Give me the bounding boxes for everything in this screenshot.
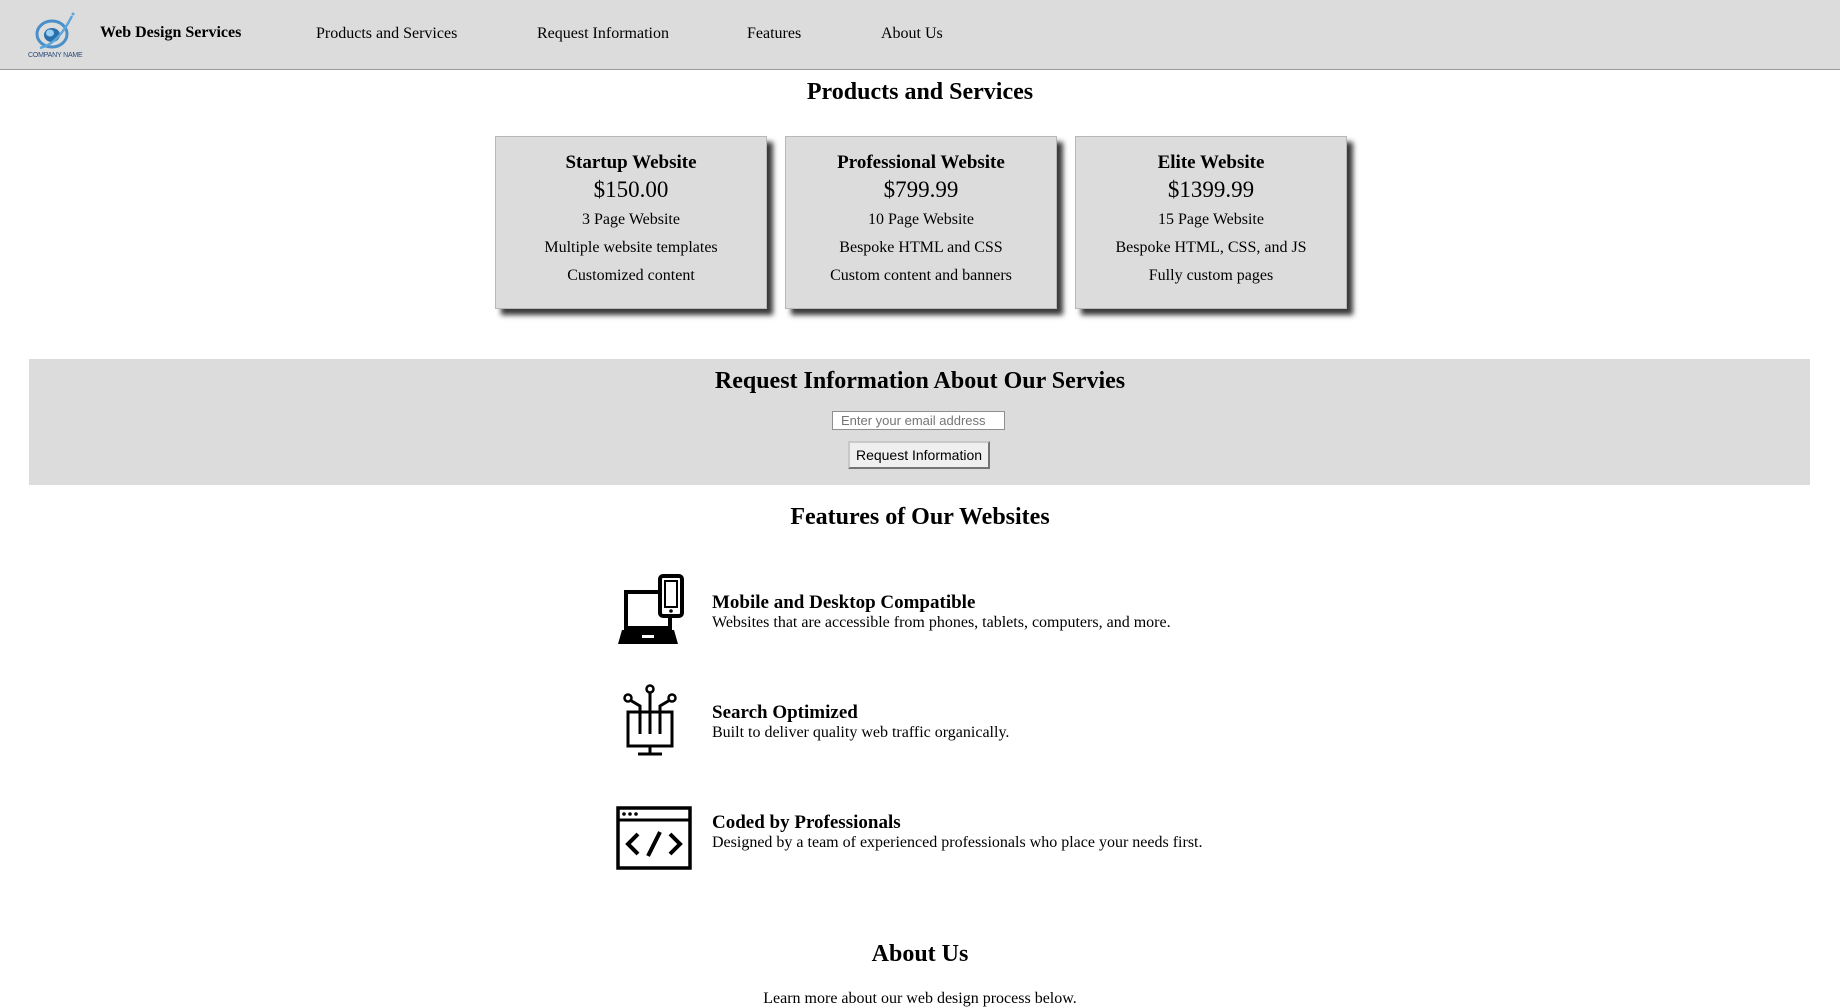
product-card-feature: Fully custom pages bbox=[1148, 267, 1274, 284]
products-heading: Products and Services bbox=[806, 79, 1034, 105]
product-card-price: $799.99 bbox=[883, 177, 959, 202]
request-information-button[interactable]: Request Information bbox=[848, 441, 990, 469]
devices-icon bbox=[618, 574, 684, 644]
product-card-title: Elite Website bbox=[1157, 152, 1265, 173]
product-card-title: Startup Website bbox=[565, 152, 697, 173]
product-card-feature: Customized content bbox=[567, 267, 695, 284]
product-card-feature: 10 Page Website bbox=[868, 211, 974, 228]
nav-link-products-and-services[interactable]: Products and Services bbox=[316, 25, 457, 43]
about-intro-text: Learn more about our web design process … bbox=[763, 990, 1077, 1007]
feature-title: Mobile and Desktop Compatible bbox=[712, 592, 976, 613]
product-card-feature: Multiple website templates bbox=[544, 239, 718, 256]
nav-link-about-us[interactable]: About Us bbox=[881, 25, 943, 43]
product-card-startup: Startup Website $150.00 3 Page Website M… bbox=[495, 136, 767, 309]
top-navigation: COMPANY NAME Web Design Services Product… bbox=[0, 0, 1840, 70]
search-optimization-icon bbox=[623, 684, 677, 756]
feature-title: Search Optimized bbox=[712, 702, 858, 723]
code-window-icon bbox=[616, 806, 692, 870]
product-card-price: $1399.99 bbox=[1167, 177, 1255, 202]
product-card-feature: 15 Page Website bbox=[1158, 211, 1264, 228]
product-card-elite: Elite Website $1399.99 15 Page Website B… bbox=[1075, 136, 1347, 309]
product-card-price: $150.00 bbox=[593, 177, 669, 202]
product-card-feature: Bespoke HTML and CSS bbox=[839, 239, 1003, 256]
feature-description: Websites that are accessible from phones… bbox=[712, 614, 1171, 631]
about-heading: About Us bbox=[871, 941, 969, 967]
features-heading: Features of Our Websites bbox=[790, 504, 1050, 530]
company-name-caption: COMPANY NAME bbox=[28, 52, 83, 59]
nav-link-features[interactable]: Features bbox=[747, 25, 801, 43]
product-card-feature: Custom content and banners bbox=[830, 267, 1012, 284]
feature-title: Coded by Professionals bbox=[712, 812, 901, 833]
request-heading: Request Information About Our Servies bbox=[714, 368, 1126, 394]
email-input[interactable] bbox=[832, 411, 1005, 430]
product-card-feature: 3 Page Website bbox=[582, 211, 680, 228]
product-card-professional: Professional Website $799.99 10 Page Web… bbox=[785, 136, 1057, 309]
product-card-feature: Bespoke HTML, CSS, and JS bbox=[1115, 239, 1307, 256]
product-card-title: Professional Website bbox=[837, 152, 1005, 173]
feature-description: Designed by a team of experienced profes… bbox=[712, 834, 1203, 851]
feature-description: Built to deliver quality web traffic org… bbox=[712, 724, 1010, 741]
request-information-section: Request Information About Our Servies Re… bbox=[29, 359, 1810, 485]
nav-link-request-information[interactable]: Request Information bbox=[537, 25, 669, 43]
brand-name[interactable]: Web Design Services bbox=[100, 24, 241, 42]
